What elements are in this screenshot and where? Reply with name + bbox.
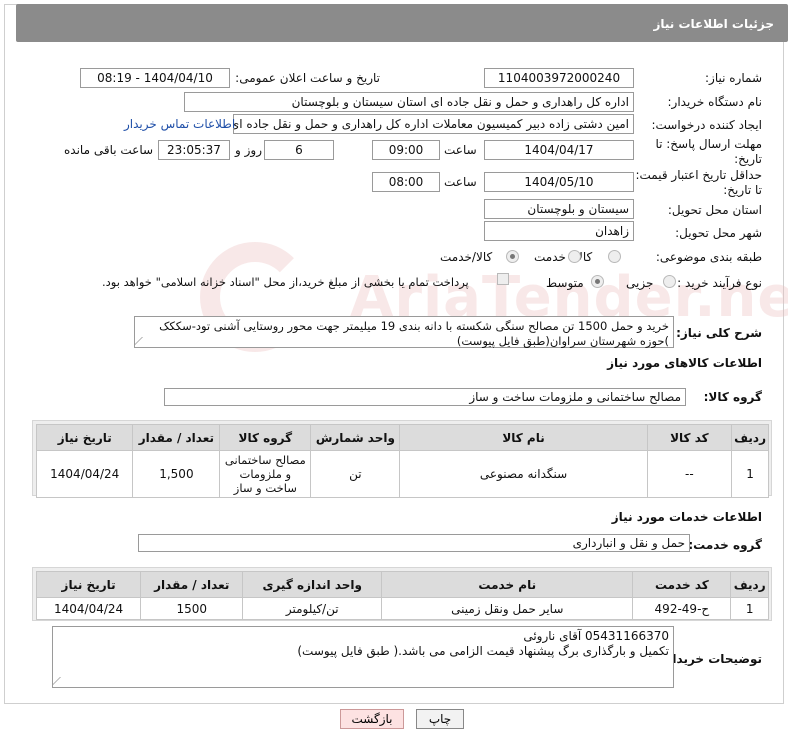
services-cell-date: 1404/04/24 <box>35 597 142 620</box>
process-medium-label: متوسط <box>546 276 584 290</box>
table-row: 1 -- سنگدانه مصنوعی تن مصالح ساختمانی و … <box>35 450 769 498</box>
requester-field: امین دشتی زاده دبیر کمیسیون معاملات ادار… <box>233 114 634 134</box>
resize-handle-icon[interactable] <box>52 677 68 685</box>
buyer-notes-textarea: 05431166370 آقای ناروئی تکمیل و بارگذاری… <box>52 626 674 688</box>
announce-datetime-label: تاریخ و ساعت اعلان عمومی: <box>235 71 380 85</box>
need-number-label: شماره نیاز: <box>705 71 762 85</box>
goods-cell-group: مصالح ساختمانی و ملزومات ساخت و ساز <box>219 450 312 498</box>
goods-cell-qty: 1,500 <box>132 450 221 498</box>
buyer-notes-line-2: تکمیل و بارگذاری برگ پیشنهاد قیمت الزامی… <box>297 644 669 658</box>
goods-col-group: گروه کالا <box>219 424 312 451</box>
treasury-payment-checkbox[interactable] <box>497 273 509 285</box>
buyer-notes-label: توضیحات خریدار: <box>660 652 762 666</box>
remaining-label: ساعت باقی مانده <box>64 143 154 157</box>
treasury-payment-note: پرداخت تمام یا بخشی از مبلغ خرید،از محل … <box>102 275 469 289</box>
category-goods-service-label: کالا/خدمت <box>440 250 493 264</box>
description-text: خرید و حمل 1500 تن مصالح سنگی شکسته با د… <box>159 319 669 348</box>
resize-handle-icon[interactable] <box>134 337 150 345</box>
price-date-field: 1404/05/10 <box>484 172 634 192</box>
day-and-label: روز و <box>235 143 262 157</box>
services-cell-qty: 1500 <box>140 597 244 620</box>
contact-info-link[interactable]: اطلاعات تماس خریدار <box>124 117 235 131</box>
process-minor-label: جزیی <box>626 276 654 290</box>
service-group-label: گروه خدمت: <box>688 538 762 552</box>
buyer-org-field: اداره کل راهداری و حمل و نقل جاده ای است… <box>184 92 634 112</box>
buyer-org-label: نام دستگاه خریدار: <box>667 95 763 109</box>
services-cell-row: 1 <box>730 597 769 620</box>
process-minor-radio[interactable] <box>663 275 676 288</box>
services-table-header: ردیف کد خدمت نام خدمت واحد اندازه گیری ت… <box>35 571 769 598</box>
services-col-name: نام خدمت <box>381 571 634 598</box>
reply-deadline-label: مهلت ارسال پاسخ: تا تاریخ: <box>655 137 762 166</box>
table-row: 1 ح-49-492 سایر حمل ونقل زمینی تن/کیلومت… <box>35 597 769 620</box>
province-field: سیستان و بلوچستان <box>484 199 634 219</box>
requester-label: ایجاد کننده درخواست: <box>651 118 762 132</box>
goods-col-code: کد کالا <box>646 424 733 451</box>
category-goods-service-radio[interactable] <box>506 250 519 263</box>
services-col-unit: واحد اندازه گیری <box>242 571 383 598</box>
goods-cell-date: 1404/04/24 <box>35 450 134 498</box>
price-validity-label: حداقل تاریخ اعتبار قیمت: تا تاریخ: <box>635 168 762 197</box>
city-label: شهر محل تحویل: <box>675 226 762 240</box>
goods-cell-name: سنگدانه مصنوعی <box>399 450 648 498</box>
services-cell-code: ح-49-492 <box>632 597 732 620</box>
city-field: زاهدان <box>484 221 634 241</box>
goods-group-label: گروه کالا: <box>703 390 762 404</box>
goods-cell-row: 1 <box>731 450 769 498</box>
category-label: طبقه بندی موضوعی: <box>655 250 762 264</box>
goods-col-row: ردیف <box>731 424 769 451</box>
print-button[interactable]: چاپ <box>416 709 464 729</box>
category-service-radio[interactable] <box>568 250 581 263</box>
goods-col-qty: تعداد / مقدار <box>132 424 221 451</box>
services-cell-name: سایر حمل ونقل زمینی <box>381 597 634 620</box>
page-title: جزئیات اطلاعات نیاز <box>653 17 774 31</box>
goods-group-field: مصالح ساختمانی و ملزومات ساخت و ساز <box>164 388 686 406</box>
services-col-qty: تعداد / مقدار <box>140 571 244 598</box>
buyer-notes-line-1: 05431166370 آقای ناروئی <box>523 629 669 643</box>
services-col-code: کد خدمت <box>632 571 732 598</box>
back-button[interactable]: بازگشت <box>340 709 404 729</box>
reply-days-field: 6 <box>264 140 334 160</box>
description-textarea: خرید و حمل 1500 تن مصالح سنگی شکسته با د… <box>134 316 674 348</box>
services-table: ردیف کد خدمت نام خدمت واحد اندازه گیری ت… <box>35 571 769 620</box>
services-info-heading: اطلاعات خدمات مورد نیاز <box>611 510 762 524</box>
goods-cell-unit: تن <box>310 450 401 498</box>
price-time-field: 08:00 <box>372 172 440 192</box>
services-cell-unit: تن/کیلومتر <box>242 597 383 620</box>
remaining-time-field: 23:05:37 <box>158 140 230 160</box>
description-label: شرح کلی نیاز: <box>676 326 762 340</box>
province-label: استان محل تحویل: <box>667 203 762 217</box>
reply-time-label: ساعت <box>444 143 477 157</box>
need-number-field: 1104003972000240 <box>484 68 634 88</box>
announce-datetime-field: 1404/04/10 - 08:19 <box>80 68 230 88</box>
goods-col-unit: واحد شمارش <box>310 424 401 451</box>
goods-table: ردیف کد کالا نام کالا واحد شمارش گروه کا… <box>35 424 769 498</box>
category-goods-radio[interactable] <box>608 250 621 263</box>
goods-info-heading: اطلاعات کالاهای مورد نیاز <box>607 356 762 370</box>
goods-cell-code: -- <box>646 450 733 498</box>
goods-table-header: ردیف کد کالا نام کالا واحد شمارش گروه کا… <box>35 424 769 451</box>
page-header: جزئیات اطلاعات نیاز <box>16 4 788 42</box>
goods-col-name: نام کالا <box>399 424 648 451</box>
service-group-field: حمل و نقل و انبارداری <box>138 534 690 552</box>
services-col-date: تاریخ نیاز <box>35 571 142 598</box>
services-col-row: ردیف <box>730 571 769 598</box>
category-service-label: خدمت <box>534 250 566 264</box>
process-medium-radio[interactable] <box>591 275 604 288</box>
price-time-label: ساعت <box>444 175 477 189</box>
process-type-label: نوع فرآیند خرید : <box>677 276 762 290</box>
reply-time-field: 09:00 <box>372 140 440 160</box>
goods-col-date: تاریخ نیاز <box>35 424 134 451</box>
reply-date-field: 1404/04/17 <box>484 140 634 160</box>
